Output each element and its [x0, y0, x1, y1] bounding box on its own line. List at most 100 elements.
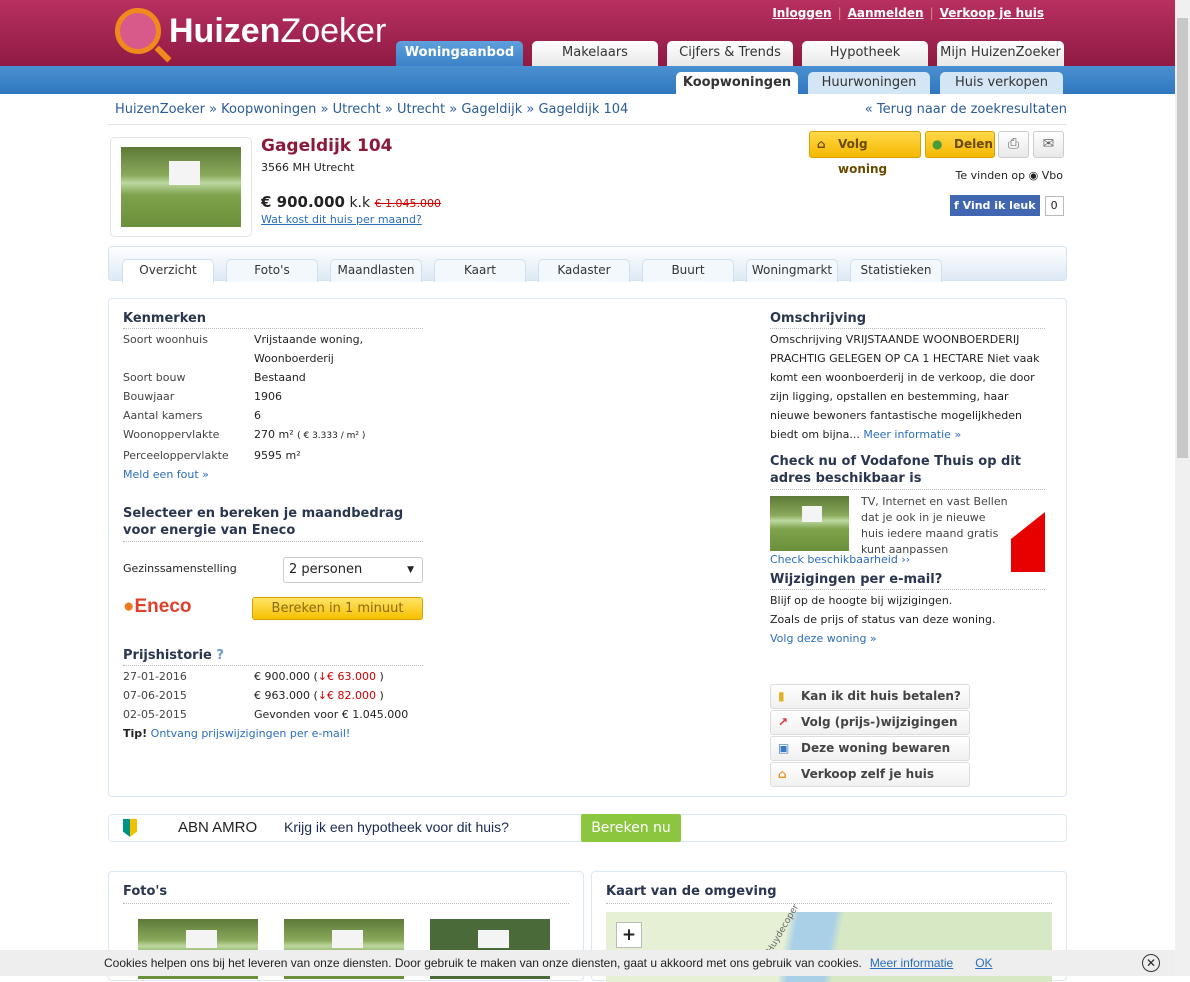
house-photo [121, 147, 241, 227]
tab-buurt[interactable]: Buurt [642, 259, 734, 282]
like-button[interactable]: f Vind ik leuk [950, 195, 1040, 216]
feature-label: Soort woonhuis [123, 333, 208, 346]
listing-address: 3566 MH Utrecht [261, 161, 355, 174]
afford-button[interactable]: ▮ Kan ik dit huis betalen? [770, 684, 970, 709]
history-price: Gevonden voor € 1.045.000 [254, 708, 409, 721]
crumb-link[interactable]: Utrecht [397, 102, 445, 117]
right-column: Omschrijving Omschrijving VRIJSTAANDE WO… [770, 311, 1045, 648]
price-history-row: 07-06-2015 € 963.000 (↓€ 82.000 ) [123, 686, 423, 705]
feature-label: Aantal kamers [123, 409, 203, 422]
crumb-link[interactable]: Gageldijk [461, 102, 522, 117]
tab-statistieken[interactable]: Statistieken [850, 259, 942, 282]
main-nav: Woningaanbod Makelaars Cijfers & Trends … [396, 41, 1064, 66]
close-icon[interactable]: ✕ [1142, 954, 1160, 972]
history-date: 07-06-2015 [123, 689, 187, 702]
subnav-koopwoningen[interactable]: Koopwoningen [676, 72, 798, 94]
tip-label: Tip! [123, 727, 148, 740]
dropdown-arrow-icon: ▼ [407, 565, 414, 575]
follow-house-link[interactable]: Volg deze woning » [770, 632, 877, 645]
price-history-heading: Prijshistorie ? [123, 648, 423, 666]
vodafone-heading: Check nu of Vodafone Thuis op dit adres … [770, 453, 1045, 490]
feature-row: Soort woonhuis Vrijstaande woning, [123, 330, 423, 349]
printer-icon: ⎙ [1007, 136, 1020, 152]
arrow-down-icon: ↓ [317, 689, 327, 702]
price-alert-link[interactable]: Ontvang prijswijzigingen per e-mail! [151, 727, 351, 740]
back-to-results-link[interactable]: « Terug naar de zoekresultaten [865, 102, 1067, 117]
calculate-mortgage-button[interactable]: Bereken nu [581, 814, 681, 842]
tab-woningmarkt[interactable]: Woningmarkt [746, 259, 838, 282]
nav-tab-makelaars[interactable]: Makelaars [532, 41, 658, 66]
share-button[interactable]: ● Delen [925, 131, 995, 158]
help-icon[interactable]: ? [216, 648, 224, 663]
map-heading: Kaart van de omgeving [606, 884, 1052, 904]
vodafone-text: TV, Internet en vast Bellen dat je ook i… [861, 495, 1008, 556]
feature-value: Vrijstaande woning, [254, 333, 364, 346]
facebook-icon: f [954, 199, 959, 212]
abn-amro-banner: ABN AMRO Krijg ik een hypotheek voor dit… [108, 814, 1067, 842]
tab-maandlasten[interactable]: Maandlasten [330, 259, 422, 282]
source-name: Vbo [1041, 169, 1063, 182]
like-count: 0 [1044, 195, 1064, 216]
login-link[interactable]: Inloggen [772, 6, 831, 20]
follow-label: Volg woning [838, 137, 888, 176]
email-button[interactable]: ✉ [1033, 131, 1064, 158]
report-error-link[interactable]: Meld een fout » [123, 468, 209, 481]
scrollbar-thumb[interactable] [1177, 18, 1188, 458]
household-select[interactable]: 2 personen ▼ [283, 557, 423, 583]
sell-yourself-button[interactable]: ⌂ Verkoop zelf je huis [770, 762, 970, 787]
top-links: Inloggen | Aanmelden | Verkoop je huis [772, 6, 1044, 20]
tab-kadaster[interactable]: Kadaster [538, 259, 630, 282]
crumb-link[interactable]: Utrecht [333, 102, 381, 117]
save-house-button[interactable]: ▣ Deze woning bewaren [770, 736, 970, 761]
cookie-bar: Cookies helpen ons bij het leveren van o… [0, 950, 1175, 976]
sell-house-link[interactable]: Verkoop je huis [940, 6, 1044, 20]
kenmerken-section: Kenmerken Soort woonhuis Vrijstaande woni… [123, 311, 423, 542]
monthly-cost-link[interactable]: Wat kost dit huis per maand? [261, 213, 422, 226]
email-text: Zoals de prijs of status van deze woning… [770, 613, 996, 626]
facebook-like[interactable]: f Vind ik leuk 0 [950, 195, 1064, 216]
feature-row: Bouwjaar 1906 [123, 387, 423, 406]
scrollbar[interactable] [1175, 0, 1190, 976]
tab-fotos[interactable]: Foto's [226, 259, 318, 282]
price-history-section: Prijshistorie ? 27-01-2016 € 900.000 (↓€ … [123, 648, 423, 743]
feature-value: Woonboerderij [254, 352, 334, 365]
feature-value: 270 m² ( € 3.333 / m² ) [254, 428, 366, 441]
vodafone-ad[interactable]: TV, Internet en vast Bellen dat je ook i… [770, 494, 1045, 572]
price-history-row: 27-01-2016 € 900.000 (↓€ 63.000 ) [123, 667, 423, 686]
register-link[interactable]: Aanmelden [848, 6, 924, 20]
nav-tab-cijfers[interactable]: Cijfers & Trends [667, 41, 793, 66]
vbo-icon: ◉ [1028, 169, 1039, 182]
cookie-ok-link[interactable]: OK [975, 956, 992, 970]
logo-text: Zoeker [280, 11, 387, 50]
crumb-link[interactable]: HuizenZoeker [115, 102, 205, 117]
site-logo[interactable]: HuizenZoeker [115, 8, 386, 54]
tab-kaart[interactable]: Kaart [434, 259, 526, 282]
map-zoom-in-button[interactable]: + [616, 922, 642, 948]
listing-thumbnail[interactable] [110, 137, 252, 237]
cookie-text: Cookies helpen ons bij het leveren van o… [104, 956, 862, 970]
nav-tab-woningaanbod[interactable]: Woningaanbod [396, 41, 523, 66]
description-heading: Omschrijving [770, 311, 1045, 329]
calculate-energy-button[interactable]: Bereken in 1 minuut [252, 597, 423, 620]
kenmerken-heading: Kenmerken [123, 311, 423, 329]
household-label: Gezinssamenstelling [123, 562, 237, 575]
abn-amro-shield-icon [123, 819, 137, 837]
logo-text-bold: Huizen [169, 11, 281, 50]
subnav-huis-verkopen[interactable]: Huis verkopen [940, 72, 1063, 94]
crumb-link[interactable]: Koopwoningen [221, 102, 316, 117]
more-info-link[interactable]: Meer informatie » [863, 428, 961, 441]
track-changes-button[interactable]: ↗ Volg (prijs-)wijzigingen [770, 710, 970, 735]
nav-tab-mijn[interactable]: Mijn HuizenZoeker [937, 41, 1064, 66]
feature-row: Woonboerderij [123, 349, 423, 368]
house-icon: ⌂ [778, 767, 787, 781]
breadcrumb: HuizenZoeker » Koopwoningen » Utrecht » … [115, 102, 629, 117]
print-button[interactable]: ⎙ [998, 131, 1029, 158]
feature-value: 9595 m² [254, 449, 301, 462]
feature-label [123, 349, 254, 368]
cookie-more-info-link[interactable]: Meer informatie [870, 956, 953, 970]
subnav-huurwoningen[interactable]: Huurwoningen [808, 72, 930, 94]
nav-tab-hypotheek[interactable]: Hypotheek [802, 41, 928, 66]
crumb-link[interactable]: Gageldijk 104 [538, 102, 628, 117]
tab-overzicht[interactable]: Overzicht [122, 259, 214, 283]
follow-button[interactable]: ⌂ Volg woning [809, 131, 921, 176]
